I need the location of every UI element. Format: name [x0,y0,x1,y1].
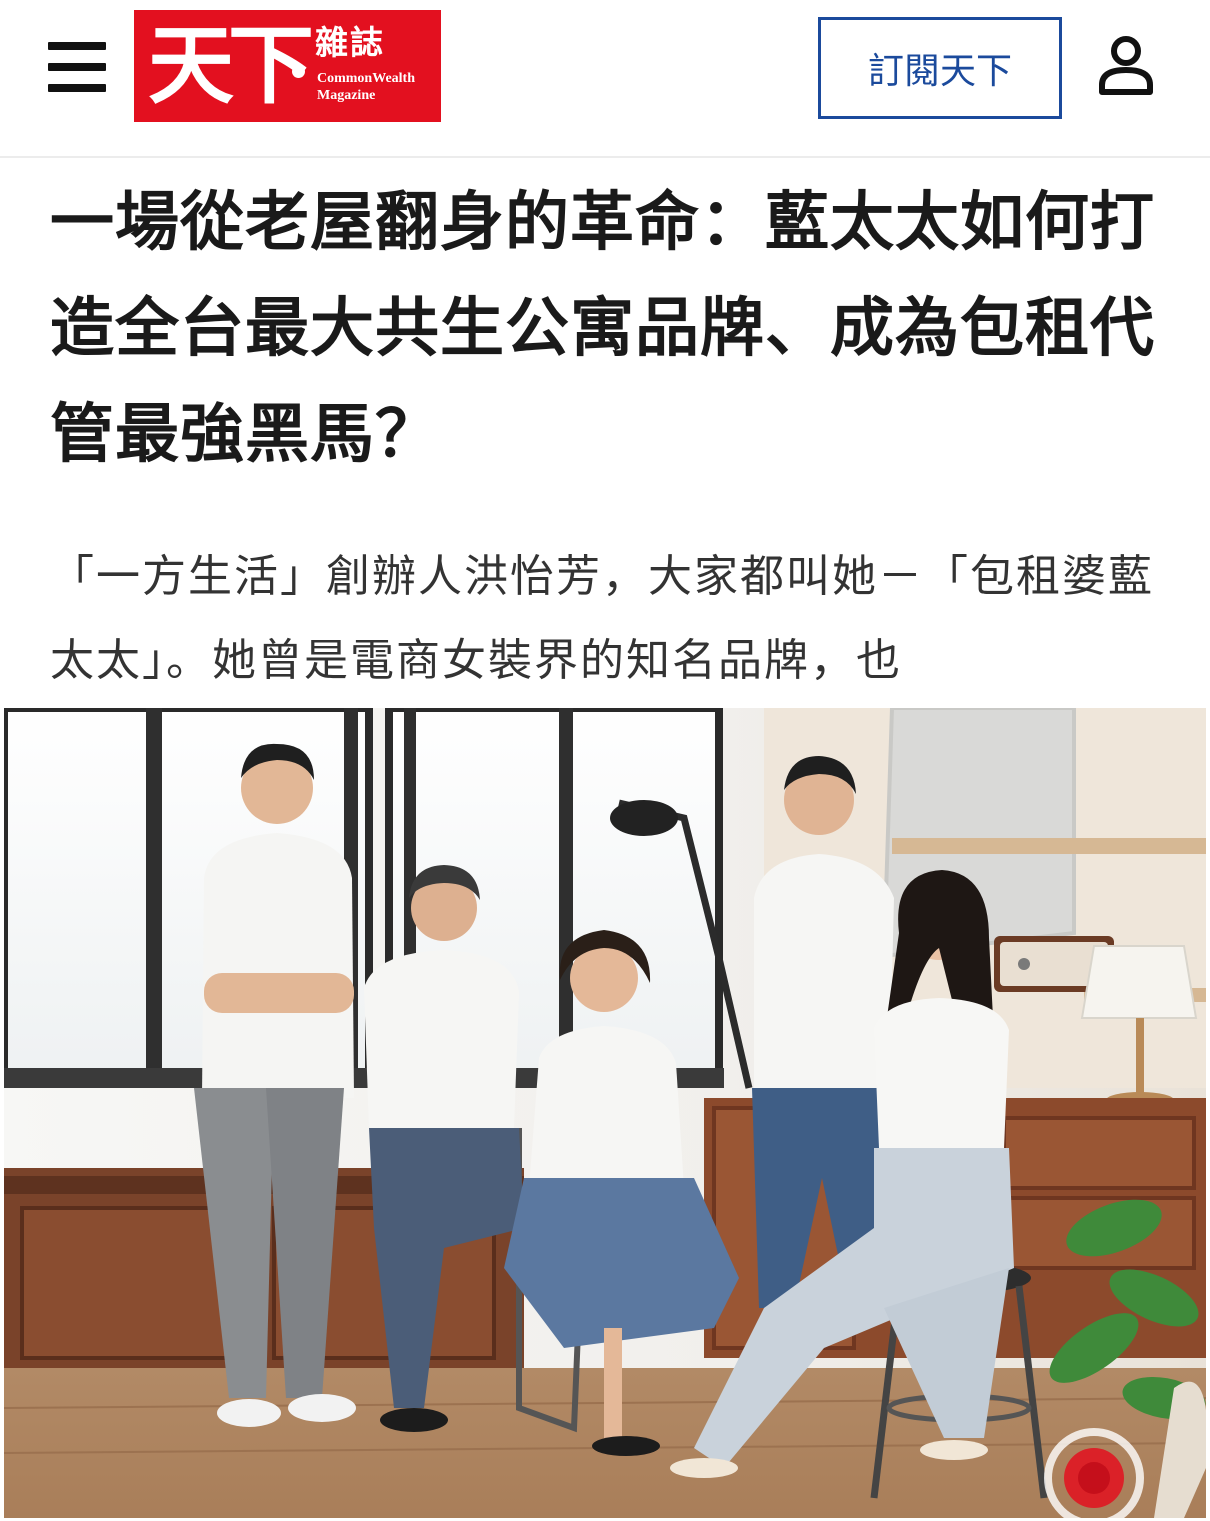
logo-dot [292,65,305,78]
hamburger-menu-icon[interactable] [48,42,106,92]
subscribe-button[interactable]: 訂閱天下 [818,17,1062,119]
logo-mark-text: 天下 [148,15,314,116]
logo-name-en-line1: CommonWealth [317,71,415,86]
logo-name-zh: 雜誌 [315,23,385,62]
article-lead-paragraph: 「一方生活」創辦人洪怡芳，大家都叫她－「包租婆藍太太」。她曾是電商女裝界的知名品… [50,551,1154,686]
header-divider [0,156,1210,158]
article-title: 一場從老屋翻身的革命：藍太太如何打造全台最大共生公寓品牌、成為包租代管最強黑馬？ [50,185,1155,472]
article-hero-photo [4,708,1206,1518]
commonwealth-magazine-logo[interactable]: 天下 雜誌 CommonWealth Magazine [134,10,441,122]
logo-name-en-line2: Magazine [317,88,376,103]
logo-name-en: CommonWealth Magazine [317,70,415,104]
site-header: 天下 雜誌 CommonWealth Magazine 訂閱天下 [0,0,1210,158]
user-account-icon[interactable] [1096,34,1156,96]
